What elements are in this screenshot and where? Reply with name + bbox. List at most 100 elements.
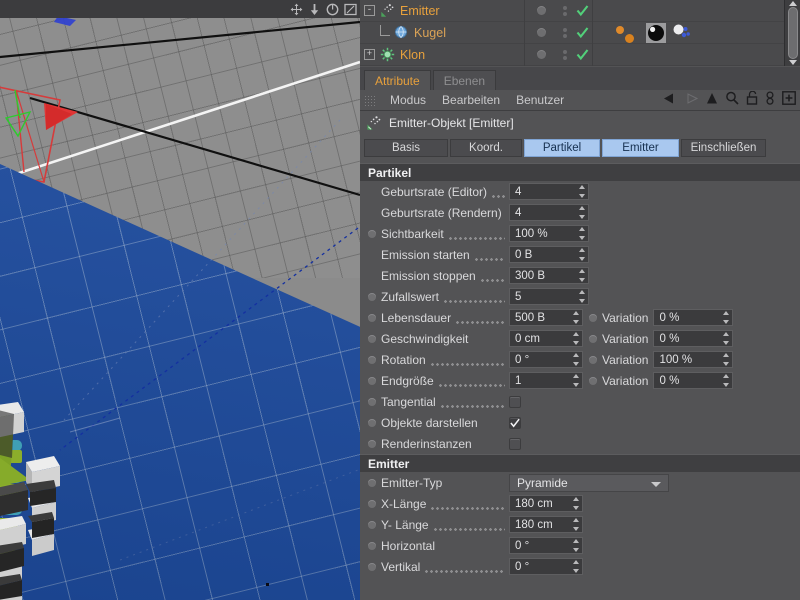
menu-benutzer[interactable]: Benutzer <box>508 93 572 107</box>
visibility-editor-dot-icon[interactable] <box>563 27 567 32</box>
spinner-arrows-icon[interactable] <box>722 374 729 387</box>
mode-tab-emitter[interactable]: Emitter <box>602 139 679 157</box>
input-geschwindigkeit[interactable]: 0 cm <box>509 330 583 347</box>
spinner-arrows-icon[interactable] <box>722 332 729 345</box>
param-animate-dot-icon[interactable] <box>368 229 376 238</box>
spinner-arrows-icon[interactable] <box>578 269 585 282</box>
spinner-arrows-icon[interactable] <box>572 353 579 366</box>
attribute-menubar[interactable]: Modus Bearbeiten Benutzer <box>360 90 800 111</box>
mode-tab-koord[interactable]: Koord. <box>450 139 522 157</box>
param-animate-dot-icon[interactable] <box>368 376 376 385</box>
checkbox-tangential[interactable] <box>509 395 521 408</box>
spinner-arrows-icon[interactable] <box>572 518 579 531</box>
spinner-arrows-icon[interactable] <box>722 311 729 324</box>
input-horizontal[interactable]: 0 ° <box>509 537 583 554</box>
mode-tab-partikel[interactable]: Partikel <box>524 139 600 157</box>
enable-check-icon[interactable] <box>572 48 592 61</box>
input-rotation[interactable]: 0 ° <box>509 351 583 368</box>
visibility-editor-dot-icon[interactable] <box>563 5 567 10</box>
forward-arrow-icon[interactable] <box>684 92 699 110</box>
input-x-l-nge[interactable]: 180 cm <box>509 495 583 512</box>
drag-grip-icon[interactable] <box>364 94 377 106</box>
spinner-arrows-icon[interactable] <box>578 227 585 240</box>
select-emitter-typ[interactable]: Pyramide <box>509 473 669 492</box>
viewport-nav-icons[interactable] <box>288 1 358 17</box>
object-row[interactable]: + Klon <box>360 43 784 66</box>
object-row[interactable]: Kugel <box>360 21 784 44</box>
panel-tabs[interactable]: Attribute Ebenen <box>360 67 800 90</box>
back-arrow-icon[interactable] <box>662 92 677 110</box>
tab-attribute[interactable]: Attribute <box>364 70 431 90</box>
param-animate-dot-icon[interactable] <box>368 541 376 550</box>
object-name[interactable]: Klon <box>400 48 425 62</box>
input-zufallswert[interactable]: 5 <box>509 288 589 305</box>
attribute-mode-tabs[interactable]: Basis Koord. Partikel Emitter Einschließen <box>364 139 796 157</box>
tag-cell[interactable] <box>592 21 784 44</box>
maximize-icon[interactable] <box>342 1 358 17</box>
visibility-render-dot-icon[interactable] <box>563 55 567 60</box>
input-lebensdauer-variation[interactable]: 0 % <box>653 309 734 326</box>
visibility-toggle-dots[interactable] <box>558 49 572 60</box>
param-animate-dot-icon[interactable] <box>589 376 597 385</box>
rotate-icon[interactable] <box>324 1 340 17</box>
tab-ebenen[interactable]: Ebenen <box>432 70 497 90</box>
spinner-arrows-icon[interactable] <box>572 374 579 387</box>
param-animate-dot-icon[interactable] <box>589 334 597 343</box>
tag-cell[interactable] <box>592 43 784 66</box>
viewport-3d[interactable] <box>0 0 360 600</box>
enable-check-icon[interactable] <box>572 26 592 39</box>
param-animate-dot-icon[interactable] <box>368 439 376 448</box>
checkbox-objekte-darstellen[interactable] <box>509 416 521 429</box>
visibility-dot-icon[interactable] <box>537 28 546 37</box>
menu-bearbeiten[interactable]: Bearbeiten <box>434 93 508 107</box>
visibility-dot-cell[interactable] <box>524 0 558 22</box>
param-animate-dot-icon[interactable] <box>368 313 376 322</box>
param-animate-dot-icon[interactable] <box>368 562 376 571</box>
param-animate-dot-icon[interactable] <box>368 499 376 508</box>
spinner-arrows-icon[interactable] <box>578 248 585 261</box>
spinner-arrows-icon[interactable] <box>572 560 579 573</box>
param-animate-dot-icon[interactable] <box>368 520 376 529</box>
collapse-icon[interactable]: - <box>364 5 375 16</box>
input-geburtsrate-rendern[interactable]: 4 <box>509 204 589 221</box>
visibility-dot-icon[interactable] <box>537 6 546 15</box>
input-sichtbarkeit[interactable]: 100 % <box>509 225 589 242</box>
input-emission-starten[interactable]: 0 B <box>509 246 589 263</box>
move-icon[interactable] <box>288 1 304 17</box>
visibility-toggle-dots[interactable] <box>558 5 572 16</box>
visibility-dot-icon[interactable] <box>537 50 546 59</box>
unlock-icon[interactable] <box>746 90 758 110</box>
input-endgr-e[interactable]: 1 <box>509 372 583 389</box>
object-name[interactable]: Kugel <box>414 26 446 40</box>
object-manager-scrollbar[interactable] <box>784 0 800 66</box>
input-emission-stoppen[interactable]: 300 B <box>509 267 589 284</box>
object-name[interactable]: Emitter <box>400 4 440 18</box>
add-box-icon[interactable] <box>782 91 796 110</box>
tag-cell[interactable] <box>592 0 784 22</box>
object-row[interactable]: - Emitter <box>360 0 784 22</box>
scroll-thumb[interactable] <box>787 7 798 59</box>
input-vertikal[interactable]: 0 ° <box>509 558 583 575</box>
param-animate-dot-icon[interactable] <box>368 478 376 487</box>
input-geburtsrate-editor[interactable]: 4 <box>509 183 589 200</box>
object-manager[interactable]: - Emitter Kugel + Klon <box>360 0 800 66</box>
scroll-up-icon[interactable] <box>788 1 797 6</box>
expand-icon[interactable]: + <box>364 49 375 60</box>
input-geschwindigkeit-variation[interactable]: 0 % <box>653 330 734 347</box>
enable-check-icon[interactable] <box>572 4 592 17</box>
input-endgr-e-variation[interactable]: 0 % <box>653 372 734 389</box>
up-arrow-icon[interactable] <box>706 92 718 110</box>
spinner-arrows-icon[interactable] <box>578 185 585 198</box>
link-icon[interactable] <box>765 91 775 110</box>
visibility-editor-dot-icon[interactable] <box>563 49 567 54</box>
mode-tab-einschlieen[interactable]: Einschließen <box>681 139 766 157</box>
chevron-down-icon[interactable] <box>651 481 661 487</box>
spinner-arrows-icon[interactable] <box>722 353 729 366</box>
spinner-arrows-icon[interactable] <box>572 497 579 510</box>
param-animate-dot-icon[interactable] <box>589 355 597 364</box>
param-animate-dot-icon[interactable] <box>368 397 376 406</box>
visibility-toggle-dots[interactable] <box>558 27 572 38</box>
mode-tab-basis[interactable]: Basis <box>364 139 448 157</box>
input-lebensdauer[interactable]: 500 B <box>509 309 583 326</box>
spinner-arrows-icon[interactable] <box>578 206 585 219</box>
